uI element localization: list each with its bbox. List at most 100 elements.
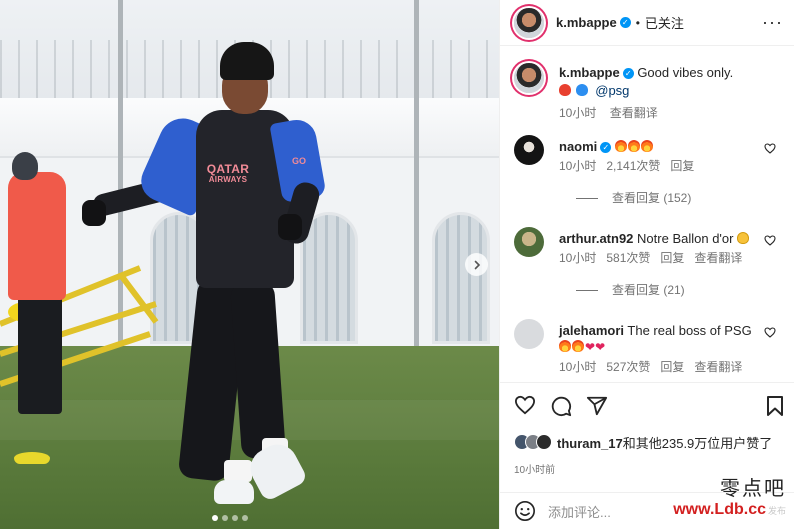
commenter-avatar[interactable]	[514, 227, 544, 257]
watermark-url-text: www.Ldb.cc	[673, 501, 766, 518]
post-photo[interactable]: QATAR AIRWAYS GO	[0, 0, 499, 529]
author-username[interactable]: k.mbappe	[556, 15, 617, 30]
like-heart-icon[interactable]	[514, 395, 536, 415]
commenter-avatar[interactable]	[514, 135, 544, 165]
comment-text: The real boss of PSG	[627, 323, 752, 338]
grin-emoji-icon	[737, 232, 750, 244]
view-replies-button[interactable]: 查看回复 (152)	[576, 189, 691, 206]
comment-meta: 10小时 527次赞 回复 查看翻译	[559, 358, 752, 375]
post-panel: k.mbappe ✓ • 已关注 ··· k.mbappe ✓ Good vibe…	[499, 0, 794, 529]
comment-like-heart-icon[interactable]	[764, 327, 776, 338]
post-actions	[500, 382, 794, 428]
chevron-right-icon	[474, 260, 480, 269]
verified-badge-icon: ✓	[619, 17, 631, 28]
watermark-chinese: 零点吧	[720, 476, 786, 500]
photo-player-glove	[278, 214, 302, 240]
photo-arch	[432, 212, 490, 344]
liker-avatar[interactable]	[536, 434, 552, 450]
commenter-avatar[interactable]	[514, 319, 544, 349]
fire-emoji-icon	[559, 340, 571, 352]
caption-mention-link[interactable]: @psg	[595, 83, 629, 98]
red-heart-emoji-icon: ❤	[585, 340, 596, 354]
fire-emoji-icon	[572, 340, 584, 352]
comment-text: Notre Ballon d'or	[637, 231, 734, 246]
comment-likes[interactable]: 581次赞	[606, 251, 650, 265]
comment-like-heart-icon[interactable]	[764, 143, 776, 154]
comment-reply-button[interactable]: 回复	[670, 159, 694, 173]
caption-username[interactable]: k.mbappe	[559, 65, 620, 80]
comment-likes[interactable]: 2,141次赞	[606, 159, 660, 173]
comment-username[interactable]: jalehamori	[559, 323, 624, 338]
watermark-faint-text: 发布	[767, 506, 786, 516]
replies-divider	[576, 198, 598, 200]
add-comment-input[interactable]: 添加评论...	[548, 502, 611, 521]
jersey-sponsor-line1: QATAR	[206, 162, 250, 176]
header-separator: •	[635, 15, 640, 30]
comment-time: 10小时	[559, 360, 597, 374]
more-options-icon[interactable]: ···	[762, 12, 783, 33]
view-replies-text[interactable]: 查看回复 (21)	[612, 283, 685, 297]
comment-meta: 10小时 2,141次赞 回复	[559, 157, 704, 174]
comment: naomi ✓ 10小时 2,141次赞 回复查看回复 (152)	[514, 135, 784, 225]
likes-summary: thuram_17和其他235.9万位用户赞了	[514, 432, 772, 452]
caption-meta: 10小时 查看翻译	[559, 104, 668, 121]
author-avatar[interactable]	[514, 7, 544, 38]
verified-badge-icon: ✓	[622, 68, 634, 80]
photo-bg-player-legs	[18, 296, 62, 414]
likes-text[interactable]: thuram_17和其他235.9万位用户赞了	[557, 433, 772, 452]
blue-circle-emoji-icon	[575, 84, 588, 96]
comment-icon[interactable]	[550, 395, 572, 417]
photo-bg-player-jacket	[8, 172, 66, 300]
caption-text: Good vibes only.	[637, 65, 734, 80]
carousel-dot	[232, 515, 238, 521]
photo-player-beanie	[220, 42, 274, 80]
comment-reply-button[interactable]: 回复	[660, 360, 684, 374]
photo-player-glove	[82, 200, 106, 226]
view-replies-button[interactable]: 查看回复 (21)	[576, 281, 685, 298]
comment-translate-link[interactable]: 查看翻译	[694, 251, 742, 265]
comment-username[interactable]: arthur.atn92	[559, 231, 633, 246]
view-replies-text[interactable]: 查看回复 (152)	[612, 191, 691, 205]
comment: arthur.atn92 Notre Ballon d'or 10小时 581次赞…	[514, 227, 784, 317]
watermark-url: www.Ldb.cc 发布	[673, 502, 786, 518]
photo-player-boot	[214, 480, 254, 504]
comment: jalehamori The real boss of PSG ❤❤ 10小时 52…	[514, 319, 784, 382]
comment-time: 10小时	[559, 251, 597, 265]
comment-emoji-line: ❤❤	[559, 339, 605, 355]
fire-emoji-icon	[627, 140, 640, 152]
comment-likes[interactable]: 527次赞	[606, 360, 650, 374]
site-watermark: 零点吧 www.Ldb.cc 发布	[673, 478, 786, 518]
post-time: 10小时前	[514, 465, 556, 476]
comment-text-line: arthur.atn92 Notre Ballon d'or	[559, 231, 750, 247]
carousel-dot	[222, 515, 228, 521]
comment-translate-link[interactable]: 查看翻译	[694, 360, 742, 374]
photo-player-sock	[224, 460, 252, 482]
jersey-sleeve-text: GO	[292, 156, 307, 166]
caption-translate-link[interactable]: 查看翻译	[610, 106, 658, 120]
comment-meta: 10小时 581次赞 回复 查看翻译	[559, 249, 752, 266]
comments-list: k.mbappe ✓ Good vibes only. @psg 10小时 查看翻…	[500, 47, 794, 382]
photo-jersey-sponsor: QATAR AIRWAYS	[203, 162, 253, 184]
carousel-dots	[212, 515, 248, 521]
photo-pole	[414, 0, 419, 346]
jersey-sponsor-line2: AIRWAYS	[208, 175, 248, 184]
comment-text-line: naomi ✓	[559, 139, 654, 155]
comment-reply-button[interactable]: 回复	[660, 251, 684, 265]
caption-avatar[interactable]	[514, 63, 544, 93]
comment-time: 10小时	[559, 159, 597, 173]
emoji-smile-icon[interactable]	[514, 500, 536, 522]
likes-rest: 和其他235.9万位用户赞了	[622, 435, 773, 451]
post-header: k.mbappe ✓ • 已关注 ···	[500, 0, 794, 46]
carousel-dot	[212, 515, 218, 521]
replies-divider	[576, 290, 598, 292]
share-icon[interactable]	[586, 395, 608, 417]
follow-status-button[interactable]: 已关注	[645, 13, 684, 32]
comment-like-heart-icon[interactable]	[764, 235, 776, 246]
likes-first-user[interactable]: thuram_17	[557, 436, 623, 451]
next-photo-button[interactable]	[465, 253, 488, 276]
caption: k.mbappe ✓ Good vibes only. @psg 10小时 查看翻…	[514, 61, 784, 131]
comment-username[interactable]: naomi	[559, 139, 597, 154]
save-bookmark-icon[interactable]	[766, 395, 784, 417]
red-heart-emoji-icon: ❤	[595, 340, 606, 354]
red-circle-emoji-icon	[559, 84, 571, 96]
